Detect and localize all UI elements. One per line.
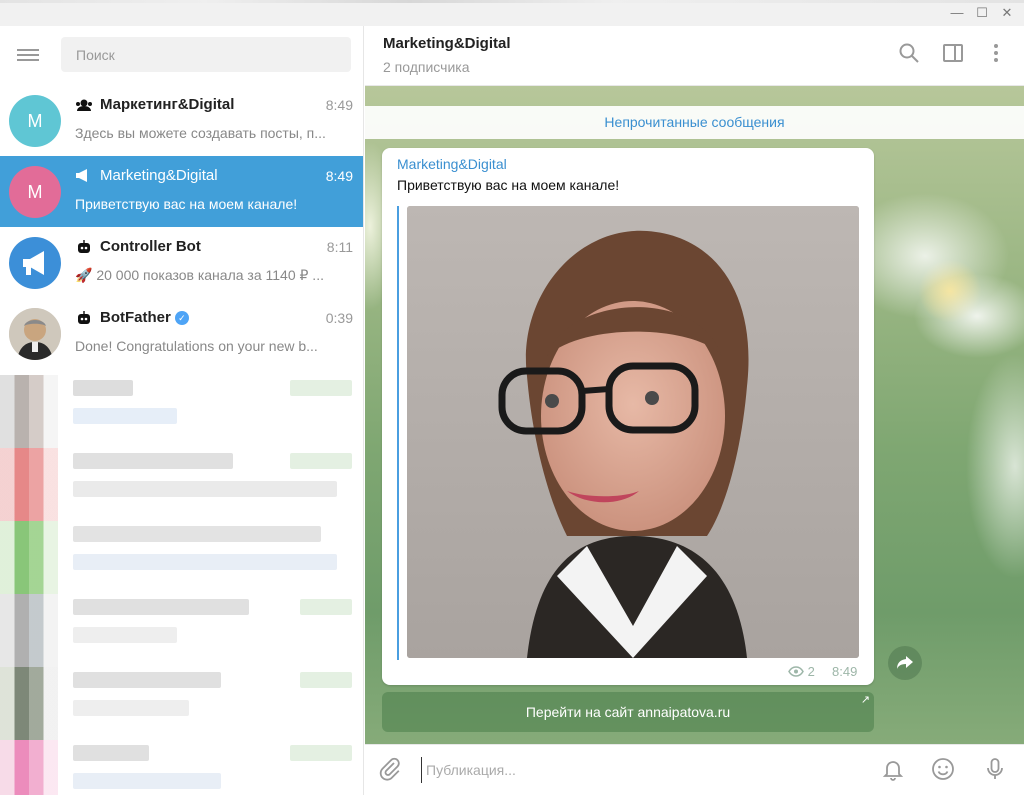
blurred-avatar	[0, 667, 58, 740]
megaphone-icon	[23, 251, 44, 275]
blurred-text	[300, 672, 352, 688]
chat-item-marketing-group[interactable]: M Маркетинг&Digital 8:49 Здесь вы можете…	[0, 85, 363, 156]
blurred-text	[73, 627, 177, 643]
bot-icon	[75, 240, 93, 257]
maximize-button[interactable]: ☐	[971, 3, 993, 23]
blurred-text	[73, 453, 233, 469]
chat-header: Marketing&Digital 2 подписчика	[365, 26, 1024, 86]
message-bubble[interactable]: Marketing&Digital Приветствую вас на мое…	[382, 148, 874, 685]
botfather-avatar-icon	[9, 308, 61, 360]
chat-name: Marketing&Digital	[100, 167, 218, 184]
chat-time: 8:49	[325, 168, 353, 184]
blurred-text	[73, 672, 221, 688]
blurred-avatar	[0, 375, 58, 448]
emoji-icon[interactable]	[930, 757, 956, 783]
search-icon[interactable]	[896, 42, 922, 68]
blurred-text	[73, 773, 221, 789]
blurred-text	[290, 745, 352, 761]
chat-name: Маркетинг&Digital	[100, 96, 235, 113]
avatar	[9, 237, 61, 289]
eye-icon	[788, 666, 804, 677]
titlebar-strip	[0, 0, 1024, 3]
notification-bell-icon[interactable]	[880, 757, 906, 783]
chat-preview: Приветствую вас на моем канале!	[75, 196, 298, 212]
microphone-icon[interactable]	[982, 757, 1008, 783]
message-text: Приветствую вас на моем канале!	[397, 177, 620, 193]
blurred-text	[73, 408, 177, 424]
chat-item-controller-bot[interactable]: Controller Bot 8:11 🚀 20 000 показов кан…	[0, 227, 363, 298]
chat-item-marketing-channel[interactable]: M Marketing&Digital 8:49 Приветствую вас…	[0, 156, 363, 227]
conversation-panel: Marketing&Digital 2 подписчика Непрочита…	[365, 26, 1024, 795]
blurred-text	[73, 481, 337, 497]
verified-icon: ✓	[174, 311, 189, 325]
view-count: 2	[788, 664, 815, 679]
attach-icon[interactable]	[377, 757, 403, 783]
close-button[interactable]: ✕	[996, 3, 1018, 23]
chat-list-panel: M Маркетинг&Digital 8:49 Здесь вы можете…	[0, 26, 364, 795]
chat-name: Controller Bot	[100, 238, 201, 255]
chat-preview: Done! Congratulations on your new b...	[75, 338, 318, 354]
blurred-chat-item[interactable]	[0, 667, 363, 740]
chat-time: 8:49	[325, 97, 353, 113]
avatar: M	[9, 166, 61, 218]
channel-title[interactable]: Marketing&Digital	[383, 35, 511, 52]
blurred-text	[290, 453, 352, 469]
blurred-avatar	[0, 448, 58, 521]
blurred-chat-item[interactable]	[0, 740, 363, 795]
minimize-button[interactable]: —	[946, 3, 968, 23]
blurred-avatar	[0, 740, 58, 795]
link-preview-bar	[397, 206, 399, 660]
subscriber-count: 2 подписчика	[383, 59, 470, 75]
unread-banner: Непрочитанные сообщения	[365, 106, 1024, 139]
blurred-text	[73, 554, 337, 570]
bot-icon	[75, 311, 93, 328]
message-composer	[365, 744, 1024, 795]
portrait-image	[407, 206, 859, 658]
blurred-text	[73, 526, 321, 542]
chat-name: BotFather ✓	[100, 309, 189, 326]
message-area[interactable]: Непрочитанные сообщения Marketing&Digita…	[365, 86, 1024, 744]
chat-preview: Здесь вы можете создавать посты, п...	[75, 125, 326, 141]
blurred-text	[300, 599, 352, 615]
blurred-text	[73, 380, 133, 396]
photo-woman-portrait[interactable]	[407, 206, 859, 658]
blurred-avatar	[0, 594, 58, 667]
chat-preview: 🚀 20 000 показов канала за 1140 ₽ ...	[75, 267, 324, 283]
search-input[interactable]	[61, 37, 351, 72]
sidebar-toggle-icon[interactable]	[940, 42, 966, 68]
blurred-chat-item[interactable]	[0, 594, 363, 667]
chat-time: 8:11	[326, 239, 353, 255]
megaphone-icon	[75, 169, 91, 185]
blurred-chat-item[interactable]	[0, 375, 363, 448]
message-time: 8:49	[832, 664, 858, 679]
window-titlebar: — ☐ ✕	[0, 0, 1024, 26]
blurred-text	[73, 599, 249, 615]
message-input[interactable]	[421, 757, 841, 783]
blurred-avatar	[0, 521, 58, 594]
group-icon	[75, 98, 93, 115]
visit-website-button[interactable]: Перейти на сайт annaipatova.ru ↗	[382, 692, 874, 732]
blurred-chat-item[interactable]	[0, 448, 363, 521]
forward-icon[interactable]	[888, 646, 922, 680]
avatar: M	[9, 95, 61, 147]
blurred-text	[73, 700, 189, 716]
hamburger-menu-icon[interactable]	[17, 46, 41, 66]
blurred-chat-item[interactable]	[0, 521, 363, 594]
avatar	[9, 308, 61, 360]
more-options-icon[interactable]	[983, 42, 1009, 68]
chat-item-botfather[interactable]: BotFather ✓ 0:39 Done! Congratulations on…	[0, 298, 363, 369]
message-author[interactable]: Marketing&Digital	[397, 156, 507, 172]
blurred-text	[290, 380, 352, 396]
chat-time: 0:39	[325, 310, 353, 326]
blurred-text	[73, 745, 149, 761]
external-link-icon: ↗	[860, 694, 870, 706]
